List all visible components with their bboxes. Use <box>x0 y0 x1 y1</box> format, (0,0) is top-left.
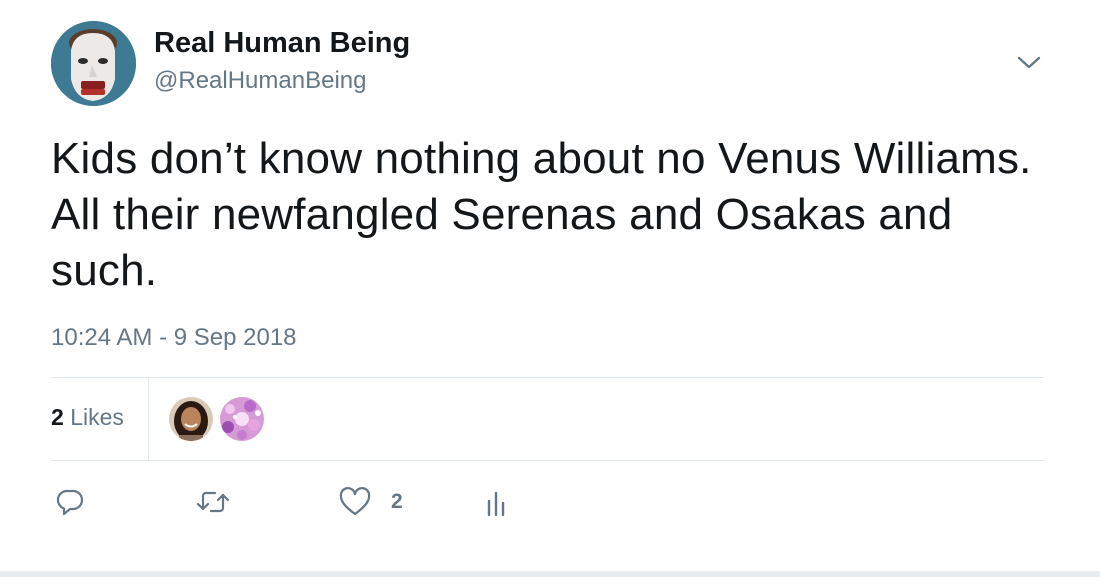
liker-avatar-glitter-icon <box>220 397 264 441</box>
tweet-card: Real Human Being @RealHumanBeing Kids do… <box>0 0 1100 577</box>
analytics-button[interactable] <box>483 484 509 520</box>
chevron-down-icon <box>1017 56 1041 69</box>
stats-divider-top <box>51 377 1044 378</box>
liker-avatar-woman-icon <box>169 397 213 441</box>
author-display-name[interactable]: Real Human Being <box>154 27 410 60</box>
likes-label: Likes <box>70 404 124 430</box>
author-handle[interactable]: @RealHumanBeing <box>154 67 366 95</box>
reply-button[interactable] <box>55 484 85 520</box>
card-bottom-border <box>0 571 1100 577</box>
likes-count: 2 <box>51 404 64 430</box>
retweet-button[interactable] <box>196 484 230 520</box>
likes-stat[interactable]: 2 Likes <box>51 404 124 431</box>
liker-avatar[interactable] <box>169 397 213 441</box>
liker-avatar[interactable] <box>220 397 264 441</box>
mask-face-avatar-icon <box>51 21 136 106</box>
more-options-button[interactable] <box>1014 50 1044 76</box>
retweet-icon <box>196 491 230 513</box>
heart-icon <box>339 487 371 516</box>
stats-divider-bottom <box>51 460 1044 461</box>
stats-separator <box>148 378 149 460</box>
tweet-timestamp[interactable]: 10:24 AM - 9 Sep 2018 <box>51 324 297 352</box>
analytics-icon <box>487 491 505 517</box>
tweet-text: Kids don’t know nothing about no Venus W… <box>51 134 1032 295</box>
author-avatar[interactable] <box>51 21 136 106</box>
like-button[interactable]: 2 <box>339 484 403 520</box>
reply-icon <box>56 489 84 516</box>
like-count: 2 <box>391 490 403 513</box>
